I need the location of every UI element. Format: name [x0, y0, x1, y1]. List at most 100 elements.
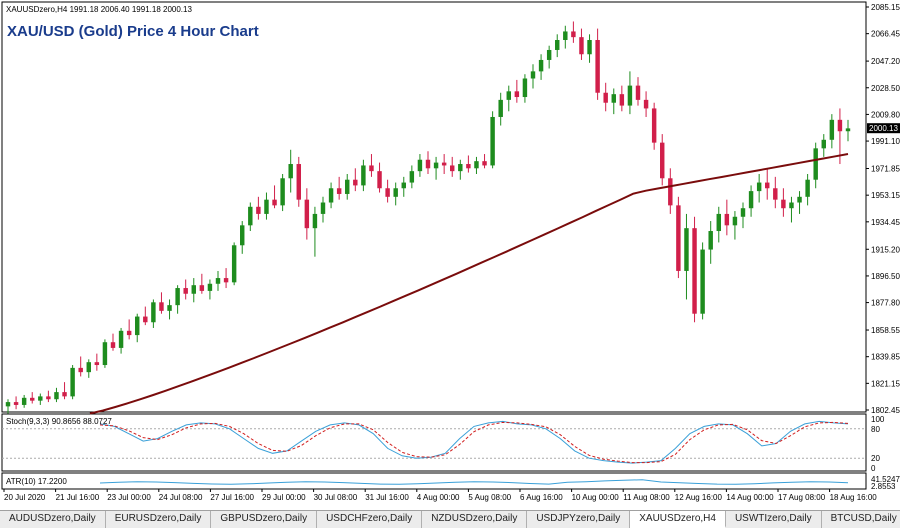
price-axis-label: 1802.45: [871, 406, 900, 415]
stoch-label: Stoch(9,3,3) 90.8656 88.0727: [6, 417, 112, 426]
candle-body: [30, 397, 35, 401]
price-axis-label: 1896.50: [871, 272, 900, 281]
candle-body: [151, 302, 156, 323]
candle-body: [668, 178, 673, 206]
candle-body: [474, 161, 479, 169]
tab-btcusd-daily[interactable]: BTCUSD,Daily: [822, 511, 900, 528]
candle-body: [530, 71, 536, 79]
candle-body: [611, 94, 616, 103]
candle-body: [514, 91, 520, 98]
chart-canvas[interactable]: 2085.15 2066.45 2047.20 2028.50 2009.80 1991.…: [0, 0, 900, 510]
candle-body: [175, 288, 180, 306]
candle-body: [458, 164, 463, 172]
tab-gbpusdzero-daily[interactable]: GBPUSDzero,Daily: [211, 511, 318, 528]
candle-body: [555, 40, 560, 50]
candle-body: [660, 142, 665, 179]
candle-body: [571, 31, 576, 38]
candle-body: [700, 249, 705, 314]
tab-eurusdzero-daily[interactable]: EURUSDzero,Daily: [106, 511, 212, 528]
time-axis-label: 29 Jul 00:00: [262, 493, 306, 502]
candle-body: [223, 278, 229, 283]
candle-body: [110, 342, 116, 348]
candle-body: [748, 191, 754, 209]
candle-body: [506, 91, 511, 100]
candle-body: [619, 94, 625, 106]
candle-body: [466, 164, 471, 169]
chart-window[interactable]: 2085.15 2066.45 2047.20 2028.50 2009.80 1991.…: [0, 0, 900, 510]
candle-body: [94, 362, 100, 366]
candle-body: [272, 199, 277, 206]
candle-body: [5, 402, 11, 407]
chart-title: XAU/USD (Gold) Price 4 Hour Chart: [7, 23, 259, 40]
candle-body: [54, 392, 59, 400]
candle-body: [732, 216, 738, 226]
candle-body: [207, 283, 213, 291]
time-axis-label: 11 Aug 08:00: [623, 493, 670, 502]
candle-body: [522, 78, 528, 98]
price-axis-label: 1915.20: [871, 245, 900, 254]
tab-nzdusdzero-daily[interactable]: NZDUSDzero,Daily: [422, 511, 528, 528]
main-panel[interactable]: [1, 1, 867, 413]
candle-body: [288, 164, 293, 179]
candle-body: [353, 179, 358, 186]
time-axis-label: 27 Jul 16:00: [210, 493, 254, 502]
candle-body: [490, 116, 495, 166]
candle-body: [546, 49, 552, 60]
time-axis-label: 14 Aug 00:00: [726, 493, 774, 502]
candle-body: [563, 31, 568, 41]
price-axis-label: 2047.20: [871, 57, 900, 66]
tab-usdjpyzero-daily[interactable]: USDJPYzero,Daily: [527, 511, 631, 528]
candle-body: [199, 285, 205, 291]
candle-body: [441, 162, 447, 166]
candle-body: [845, 128, 851, 132]
candle-body: [377, 171, 382, 189]
stoch-axis-label: 80: [871, 425, 880, 434]
tab-xauusdzero-h4[interactable]: XAUUSDzero,H4: [630, 511, 726, 528]
tab-uswtizero-daily[interactable]: USWTIzero,Daily: [726, 511, 822, 528]
candle-body: [433, 162, 439, 169]
candle-body: [603, 92, 608, 103]
candle-body: [304, 199, 310, 229]
time-axis-label: 31 Jul 16:00: [365, 493, 409, 502]
candle-body: [627, 85, 633, 106]
candle-body: [724, 213, 730, 226]
candle-body: [78, 367, 83, 373]
current-price-label: 2000.13: [869, 124, 898, 133]
candle-body: [692, 228, 697, 314]
atr-panel[interactable]: [1, 472, 867, 490]
time-axis-label: 18 Aug 16:00: [830, 493, 878, 502]
candle-body: [595, 40, 600, 93]
candle-body: [829, 119, 835, 140]
candle-body: [773, 188, 778, 200]
candle-body: [256, 206, 261, 214]
time-axis-label: 30 Jul 08:00: [314, 493, 358, 502]
candle-body: [740, 208, 746, 217]
candle-body: [821, 139, 826, 149]
candle-body: [248, 206, 253, 226]
candle-body: [498, 99, 503, 117]
candle-body: [482, 161, 487, 166]
stoch-panel[interactable]: [1, 413, 867, 472]
chart-tabs-bar: AUDUSDzero,Daily EURUSDzero,Daily GBPUSDze…: [0, 510, 900, 528]
price-axis-label: 2066.45: [871, 30, 900, 39]
candle-body: [676, 205, 681, 271]
time-axis-label: 10 Aug 00:00: [572, 493, 620, 502]
stoch-axis-label: 0: [871, 464, 876, 473]
candle-body: [336, 188, 342, 194]
candle-body: [393, 188, 398, 197]
time-axis-label: 24 Jul 08:00: [159, 493, 203, 502]
time-axis-label: 23 Jul 00:00: [107, 493, 151, 502]
stoch-axis-label: 100: [871, 415, 885, 424]
candle-body: [579, 37, 584, 55]
candle-body: [587, 40, 592, 55]
candle-body: [805, 179, 810, 197]
price-axis-label: 1858.55: [871, 326, 900, 335]
price-axis-label: 1821.15: [871, 379, 900, 388]
candle-body: [651, 108, 657, 143]
tab-usdchfzero-daily[interactable]: USDCHFzero,Daily: [317, 511, 423, 528]
candle-body: [345, 179, 350, 194]
candle-body: [215, 278, 221, 284]
price-axis-label: 1971.85: [871, 165, 900, 174]
tab-audusdzero-daily[interactable]: AUDUSDzero,Daily: [0, 511, 106, 528]
price-axis-label: 2009.80: [871, 110, 900, 119]
